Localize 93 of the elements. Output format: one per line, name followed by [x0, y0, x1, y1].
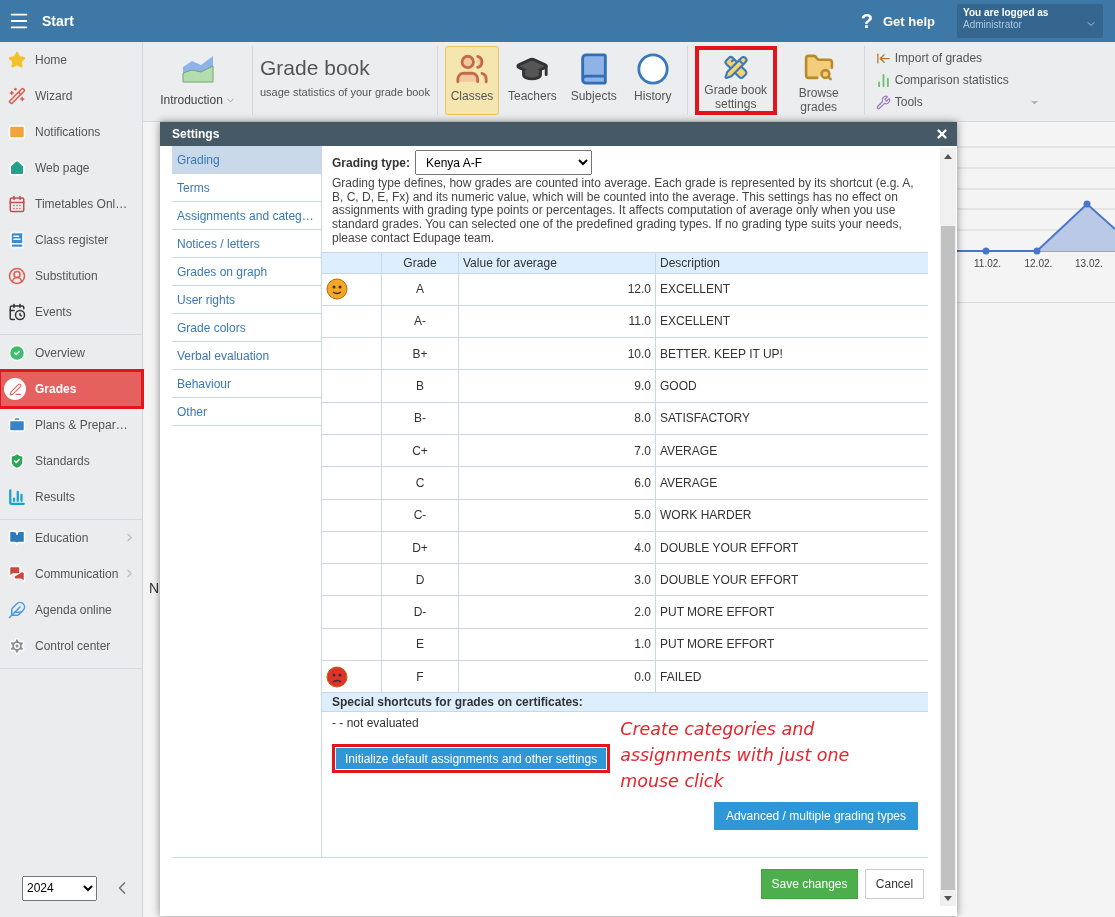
dialog-title: Settings — [172, 127, 220, 141]
description-cell: EXCELLENT — [655, 273, 928, 305]
people-icon — [455, 52, 489, 86]
sidebar-item[interactable]: Results — [0, 479, 142, 515]
house-icon — [8, 159, 26, 177]
toolbar-button[interactable]: History — [625, 46, 680, 115]
smiley-icon — [326, 278, 348, 301]
start-label: Start — [42, 13, 74, 29]
toolbar-button[interactable]: Browse grades — [780, 46, 857, 115]
axis-label: 11.02. — [974, 258, 1002, 269]
sidebar-item[interactable]: Class register — [0, 222, 142, 258]
value-cell: 9.0 — [458, 370, 655, 402]
sidebar-item[interactable]: Home — [0, 42, 142, 78]
sidebar-item[interactable]: Plans & Prepar… — [0, 407, 142, 443]
annotation-text: Create categories and assignments with just one mouse click — [620, 718, 851, 794]
introduction-button[interactable]: Introduction — [149, 46, 247, 115]
sidebar-item[interactable]: Control center — [0, 628, 142, 664]
column-header: Grade — [381, 252, 458, 273]
shield-icon — [8, 452, 26, 470]
section-heading: Special shortcuts for grades on certificates: — [322, 692, 928, 713]
user-menu[interactable]: You are logged as Administrator — [957, 4, 1103, 38]
cancel-button[interactable]: Cancel — [865, 869, 924, 899]
year-select[interactable]: 2024 — [22, 875, 97, 901]
settings-nav-item[interactable]: Grading — [172, 146, 321, 174]
value-cell: 6.0 — [458, 467, 655, 499]
feather-icon — [8, 601, 26, 619]
description-cell: WORK HARDER — [655, 499, 928, 531]
briefcase-icon — [8, 416, 26, 434]
description-cell: GOOD — [655, 370, 928, 402]
grade-cell: A — [381, 273, 458, 305]
help-mark: ? — [860, 9, 873, 33]
shortcut-text: - - not evaluated — [332, 716, 420, 731]
chat-icon — [8, 565, 26, 583]
calendar-grid-icon — [8, 195, 26, 213]
tools-icon — [875, 94, 891, 110]
axis-label: 13.02. — [1075, 258, 1103, 269]
description-cell: AVERAGE — [655, 467, 928, 499]
sidebar-item[interactable]: Education — [0, 520, 142, 556]
value-cell: 2.0 — [458, 596, 655, 628]
help-link[interactable]: Get help — [883, 13, 935, 29]
column-header: Description — [655, 252, 928, 273]
toolbar-button[interactable]: Teachers — [503, 46, 562, 115]
check-icon — [8, 344, 26, 362]
sidebar-item[interactable]: Grades — [0, 371, 142, 407]
sidebar-item[interactable]: Timetables Onl… — [0, 186, 142, 222]
sidebar-item[interactable]: Standards — [0, 443, 142, 479]
sidebar-item[interactable]: Events — [0, 294, 142, 330]
grade-cell: C — [381, 467, 458, 499]
user-name: Administrator — [963, 18, 1022, 30]
bar-chart-icon — [875, 72, 891, 88]
book-icon — [8, 529, 26, 547]
magic-wand-icon — [8, 87, 26, 105]
toolbar-button[interactable]: Classes — [445, 46, 499, 115]
sidebar-item[interactable]: Overview — [0, 335, 142, 371]
login-caption: You are logged as — [963, 7, 1050, 18]
bar-chart-icon — [8, 488, 26, 506]
sidebar-item[interactable]: Web page — [0, 150, 142, 186]
value-cell: 12.0 — [458, 273, 655, 305]
sidebar-item[interactable]: Notifications — [0, 114, 142, 150]
column-header: Value for average — [458, 252, 655, 273]
sidebar-item[interactable]: Agenda online — [0, 592, 142, 628]
gear-icon — [8, 637, 26, 655]
calendar-icon — [8, 303, 26, 321]
description-cell: PUT MORE EFFORT — [655, 596, 928, 628]
toolbar-link[interactable]: Import of grades — [875, 49, 1040, 67]
person-icon — [8, 267, 26, 285]
toolbar-link[interactable]: Comparison statistics — [875, 71, 1040, 89]
notebook-icon — [8, 231, 26, 249]
area-chart-icon — [182, 53, 214, 83]
grading-type-label: Grading type: — [332, 155, 410, 170]
heading-text: N — [149, 580, 160, 596]
sidebar-item[interactable]: Wizard — [0, 78, 142, 114]
grading-type-select[interactable]: Kenya A-F — [415, 150, 592, 175]
chart-point — [982, 247, 990, 255]
axis-label: 12.02. — [1024, 258, 1053, 269]
angry-smiley-icon — [326, 665, 348, 688]
grade-cell: D- — [381, 596, 458, 628]
toolbar-button[interactable]: Grade book settings — [694, 46, 777, 115]
chart-point — [1033, 247, 1041, 255]
chart-point — [1083, 200, 1091, 208]
grade-cell: B — [381, 370, 458, 402]
grade-cell: C- — [381, 499, 458, 531]
close-icon[interactable] — [935, 127, 949, 141]
star-icon — [8, 51, 26, 69]
value-cell: 5.0 — [458, 499, 655, 531]
description-text: Grading type defines, how grades are counted into average. Each grade is represented by its shortcut (e.g. A, B, C, D, E, Fx) and its numeric value, which will be counted into the average. This settings has no effect on assignments with grading type points or percentages. It affects computation of average only when you use standard grades. You can selected one of the predefined grading types. If no grading type suits your needs, please contact Edupage team. — [332, 177, 915, 246]
toolbar-link[interactable]: Tools — [875, 93, 1040, 111]
sidebar-item[interactable]: Substitution — [0, 258, 142, 294]
sidebar-item[interactable]: Communication — [0, 556, 142, 592]
page-subtitle: usage statistics of your grade book — [260, 86, 430, 98]
toolbar-button[interactable]: Subjects — [565, 46, 622, 115]
grade-icon — [4, 378, 26, 400]
page-title: Grade book — [260, 56, 371, 80]
